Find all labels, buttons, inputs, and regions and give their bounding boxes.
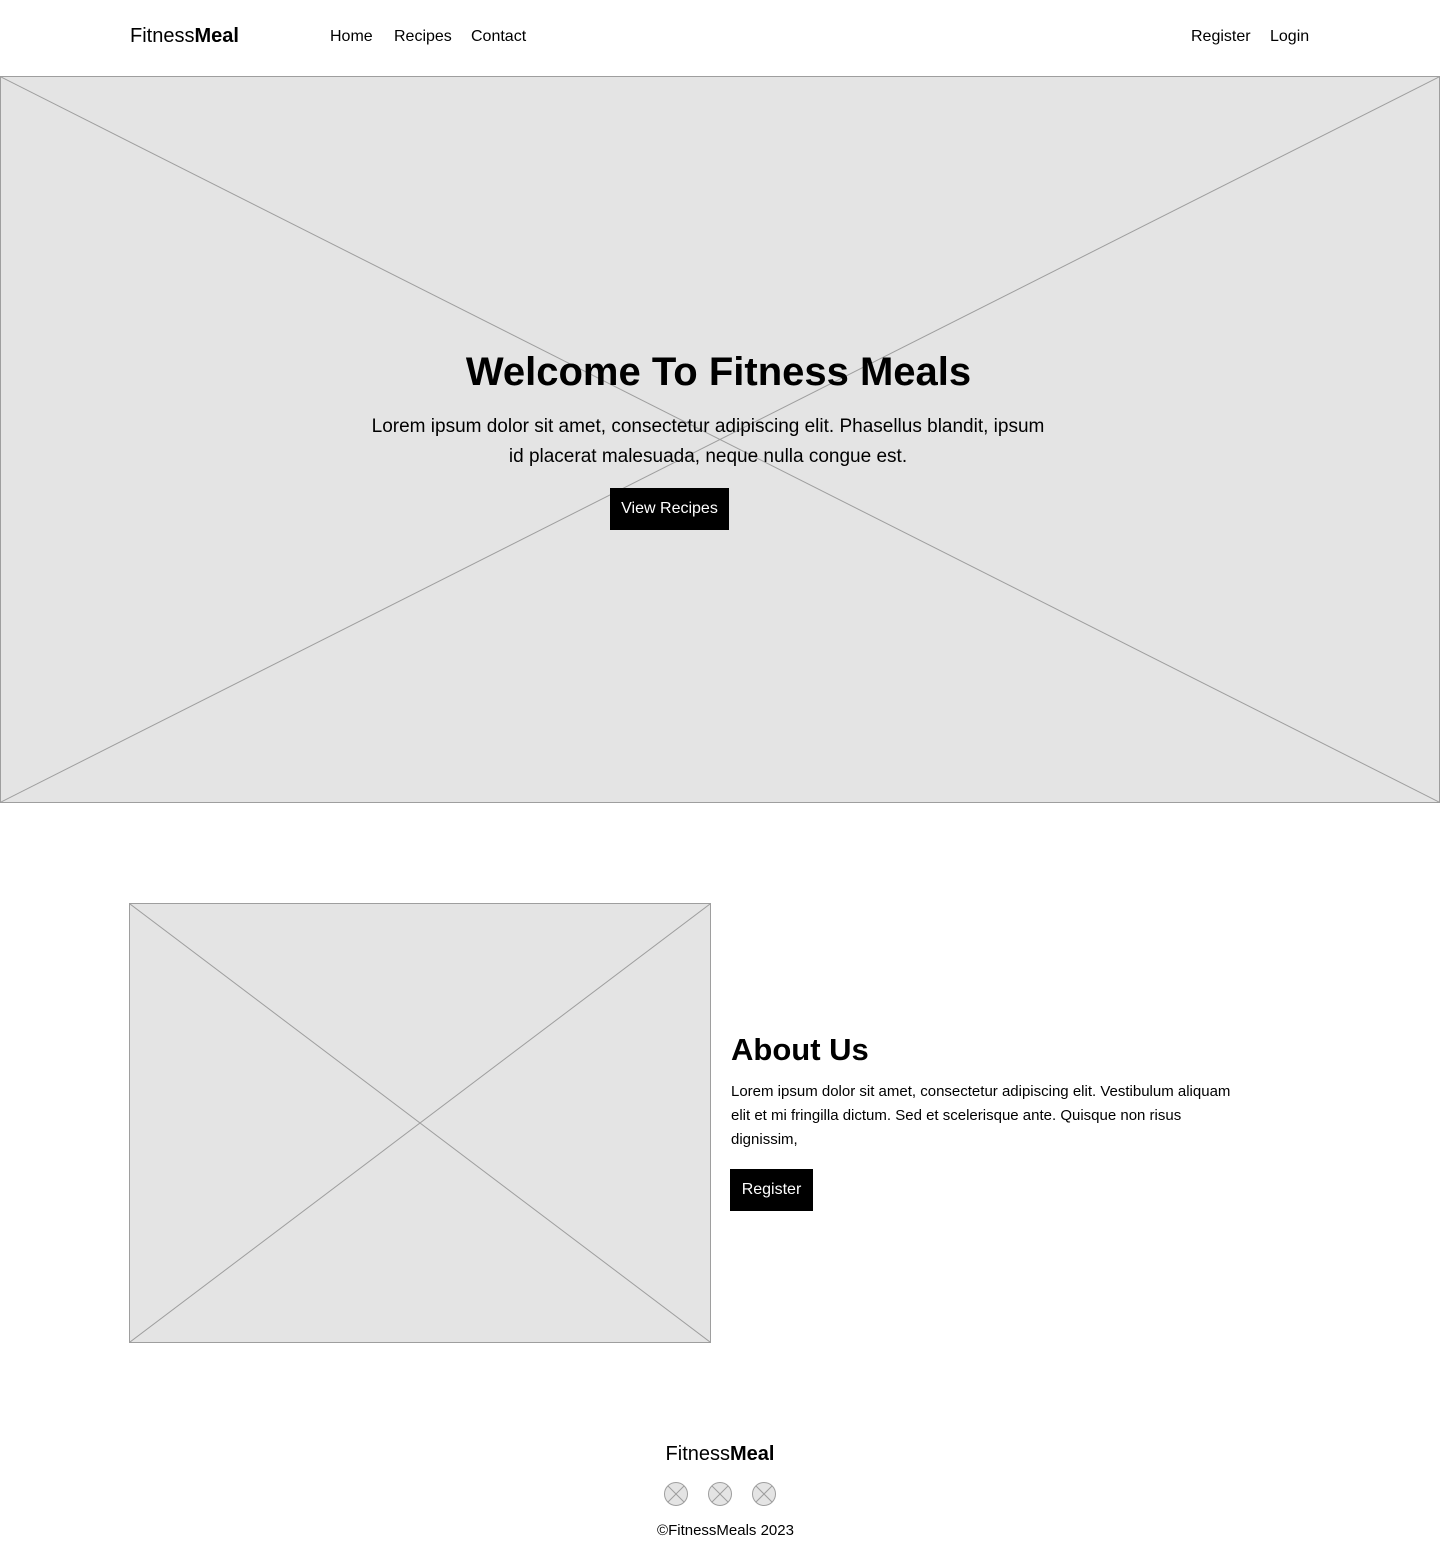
image-placeholder-icon [130,904,710,1342]
nav-contact-link[interactable]: Contact [471,27,526,47]
hero-description: Lorem ipsum dolor sit amet, consectetur … [371,416,1045,467]
about-image-placeholder [129,903,711,1343]
copyright-text: ©FitnessMeals 2023 [657,1522,794,1539]
logo-text-light: Fitness [665,1443,730,1465]
view-recipes-button[interactable]: View Recipes [610,488,729,530]
hero-title: Welcome To Fitness Meals [465,350,972,394]
about-title: About Us [731,1032,869,1067]
site-header: FitnessMeal Home Recipes Contact Registe… [0,0,1440,76]
nav-recipes-link[interactable]: Recipes [394,27,452,47]
logo-text-bold: Meal [194,25,239,47]
social-icon-3[interactable] [752,1482,776,1506]
about-description: Lorem ipsum dolor sit amet, consectetur … [731,1083,1231,1148]
footer-logo[interactable]: FitnessMeal [0,1442,1440,1466]
logo-text-bold: Meal [730,1443,775,1465]
register-link[interactable]: Register [1191,27,1251,47]
header-logo[interactable]: FitnessMeal [130,24,239,48]
login-link[interactable]: Login [1270,27,1309,47]
social-icon-1[interactable] [664,1482,688,1506]
nav-home-link[interactable]: Home [330,27,373,47]
logo-text-light: Fitness [130,25,195,47]
social-icon-2[interactable] [708,1482,732,1506]
about-register-button[interactable]: Register [730,1169,813,1211]
